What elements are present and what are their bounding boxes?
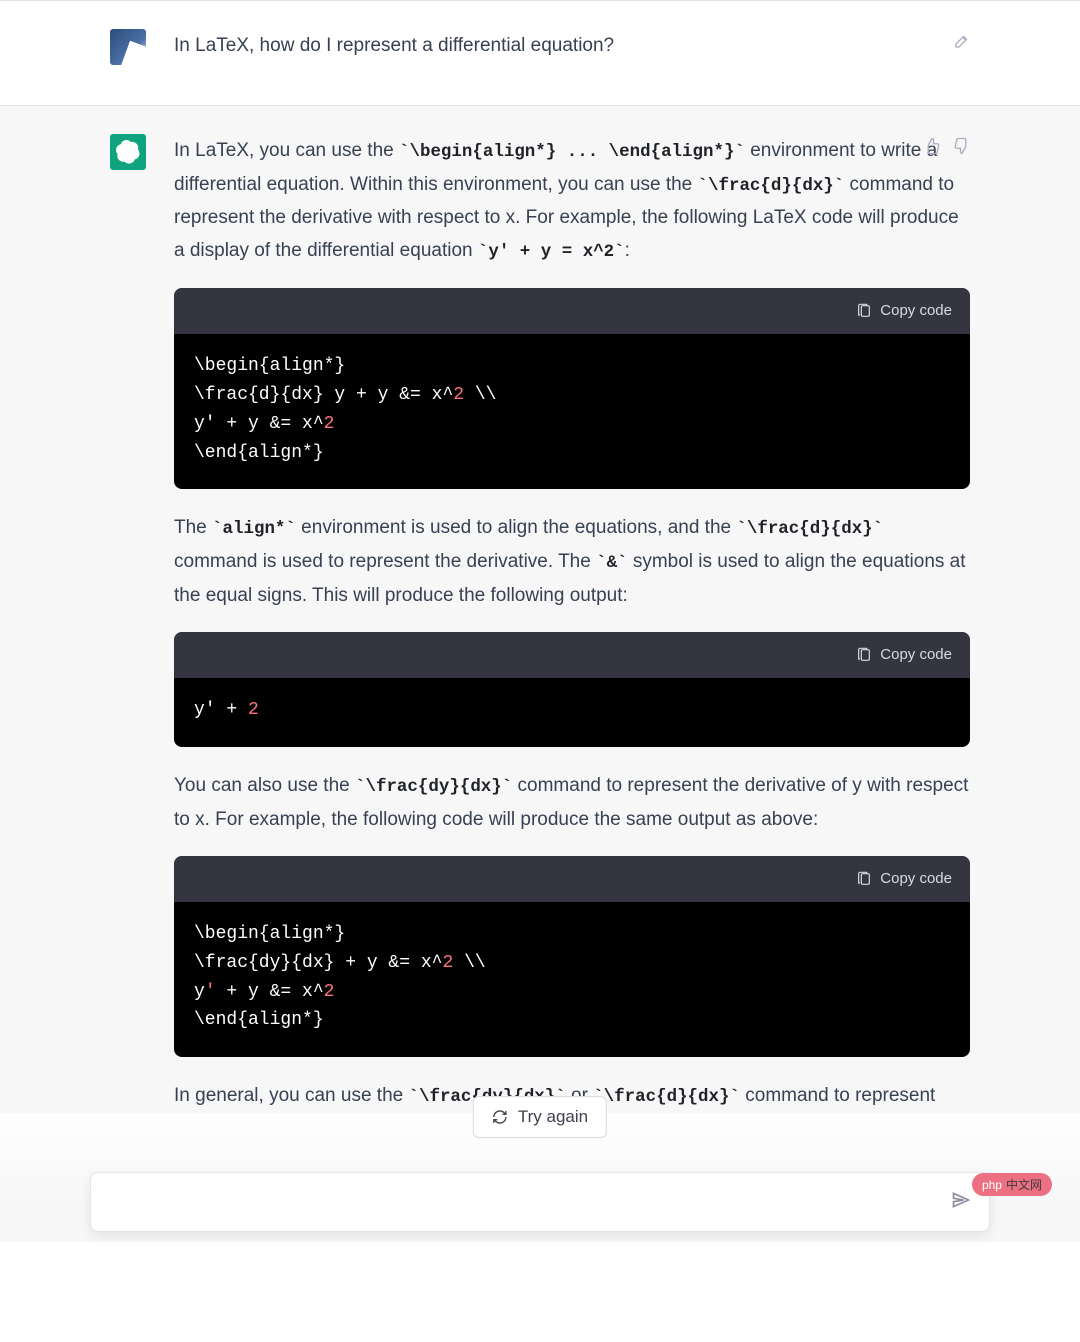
send-icon [951,1190,971,1210]
copy-code-label: Copy code [880,642,952,668]
user-message: In LaTeX, how do I represent a different… [0,1,1080,106]
inline-code: `\frac{dy}{dx}` [355,777,512,797]
copy-code-button[interactable]: Copy code [856,642,952,668]
code-header: Copy code [174,856,970,902]
assistant-paragraph-1: In LaTeX, you can use the `\begin{align*… [174,134,970,268]
edit-icon[interactable] [952,31,972,51]
inline-code: `\begin{align*} ... \end{align*}` [399,142,745,162]
inline-code: `y' + y = x^2` [478,242,625,262]
text-span: You can also use the [174,775,355,796]
inline-code: `&` [596,553,627,573]
assistant-paragraph-2: The `align*` environment is used to alig… [174,511,970,611]
text-span: The [174,517,212,538]
try-again-label: Try again [518,1107,588,1127]
inline-code: `\frac{d}{dx}` [593,1087,740,1107]
inline-code: `\frac{d}{dx}` [736,519,883,539]
inline-code: `align*` [212,519,296,539]
chat-input-bar[interactable] [90,1172,990,1232]
copy-code-label: Copy code [880,298,952,324]
watermark-badge: php 中文网 [972,1173,1052,1196]
code-block-1: Copy code \begin{align*} \frac{d}{dx} y … [174,288,970,489]
code-block-2: Copy code y' + 2 [174,632,970,747]
thumbs-down-icon[interactable] [952,136,972,156]
refresh-icon [492,1109,508,1125]
copy-code-label: Copy code [880,866,952,892]
code-body: \begin{align*} \frac{d}{dx} y + y &= x^2… [174,334,970,489]
user-avatar [110,29,146,65]
clipboard-icon [856,303,872,319]
text-span: command to represent [740,1085,935,1106]
text-span: : [625,240,630,261]
copy-code-button[interactable]: Copy code [856,298,952,324]
badge-right-text: 中文网 [1006,1176,1042,1193]
assistant-paragraph-3: You can also use the `\frac{dy}{dx}` com… [174,769,970,836]
inline-code: `\frac{d}{dx}` [698,176,845,196]
try-again-button[interactable]: Try again [473,1096,607,1138]
text-span: In general, you can use the [174,1085,409,1106]
copy-code-button[interactable]: Copy code [856,866,952,892]
clipboard-icon [856,871,872,887]
chat-input[interactable] [109,1191,951,1213]
send-button[interactable] [951,1190,971,1215]
assistant-avatar [110,134,146,170]
code-header: Copy code [174,632,970,678]
thumbs-up-icon[interactable] [922,136,942,156]
clipboard-icon [856,647,872,663]
code-body: y' + 2 [174,678,970,747]
code-header: Copy code [174,288,970,334]
code-body: \begin{align*} \frac{dy}{dx} + y &= x^2 … [174,902,970,1057]
text-span: environment is used to align the equatio… [296,517,736,538]
user-question-text: In LaTeX, how do I represent a different… [174,35,614,56]
code-block-3: Copy code \begin{align*} \frac{dy}{dx} +… [174,856,970,1057]
text-span: command is used to represent the derivat… [174,551,596,572]
input-bar-container [0,1172,1080,1232]
text-span: In LaTeX, you can use the [174,140,399,161]
assistant-message: In LaTeX, you can use the `\begin{align*… [0,106,1080,1113]
badge-left-text: php [982,1178,1002,1192]
